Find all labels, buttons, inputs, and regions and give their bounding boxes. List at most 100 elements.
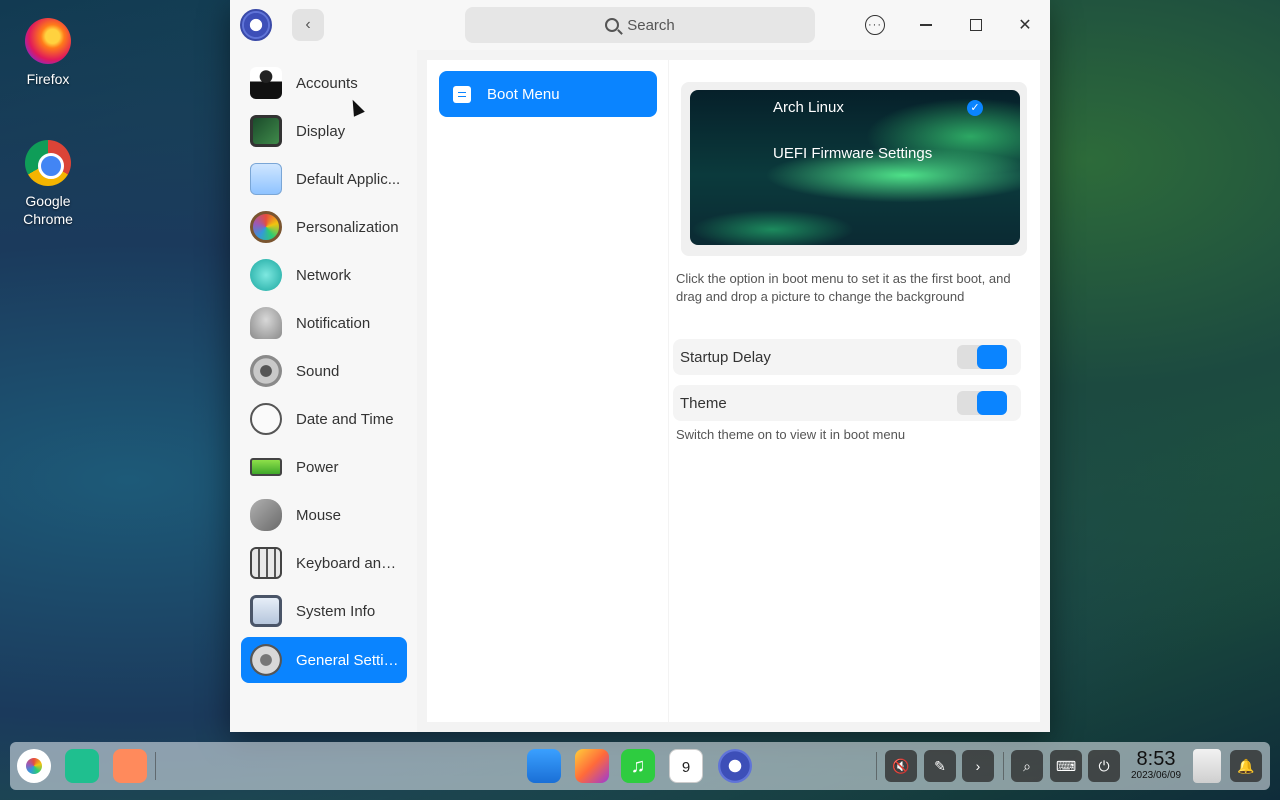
sidebar-item-label: Personalization — [296, 218, 399, 236]
volume-glyph: 🔇 — [892, 757, 910, 774]
boot-menu-icon — [453, 85, 471, 103]
sidebar-item-notification[interactable]: Notification — [241, 300, 407, 346]
window-menu-button[interactable]: ··· — [860, 10, 890, 40]
boot-entry-arch-linux[interactable]: Arch Linux — [773, 99, 844, 116]
boot-entry-label: UEFI Firmware Settings — [773, 145, 933, 162]
startup-delay-label: Startup Delay — [680, 348, 771, 366]
search-placeholder: Search — [627, 16, 675, 34]
theme-hint-text: Switch theme on to view it in boot menu — [676, 427, 906, 442]
sidebar-item-label: Keyboard and ... — [296, 554, 404, 572]
dock: ♫ 9 🔇 ✎ › ⌕ ⌨ ⏻ 8:53 2023/06/09 🔔 — [10, 742, 1270, 790]
sidebar-item-keyboard[interactable]: Keyboard and ... — [241, 540, 407, 586]
submenu-item-label: Boot Menu — [487, 85, 560, 103]
personalization-icon — [250, 211, 282, 243]
sidebar-item-label: Mouse — [296, 506, 342, 524]
desktop-icon-label: Google Chrome — [23, 193, 73, 227]
clock[interactable]: 8:53 2023/06/09 — [1126, 748, 1186, 782]
submenu-panel: Boot Menu — [427, 60, 668, 722]
music-icon[interactable]: ♫ — [621, 749, 655, 783]
control-center-icon[interactable] — [718, 749, 752, 783]
sidebar-item-power[interactable]: Power — [241, 444, 407, 490]
theme-label: Theme — [680, 394, 727, 412]
clock-icon — [250, 403, 282, 435]
accounts-icon — [250, 67, 282, 99]
file-manager-icon[interactable] — [527, 749, 561, 783]
startup-delay-toggle[interactable] — [957, 345, 1007, 369]
desktop-icon-chrome[interactable]: Google Chrome — [0, 140, 96, 228]
sidebar-item-mouse[interactable]: Mouse — [241, 492, 407, 538]
sidebar-item-personalization[interactable]: Personalization — [241, 204, 407, 250]
desktop-icon-label: Firefox — [26, 71, 70, 87]
sidebar-item-label: Display — [296, 122, 346, 140]
search-icon[interactable]: ⌕ — [1011, 750, 1043, 782]
desktop-icon-firefox[interactable]: Firefox — [0, 18, 96, 88]
multitask-icon[interactable] — [65, 749, 99, 783]
default-apps-icon — [250, 163, 282, 195]
sidebar-item-label: General Settin... — [296, 651, 404, 669]
firefox-icon — [25, 18, 71, 64]
sidebar-item-date-and-time[interactable]: Date and Time — [241, 396, 407, 442]
theme-row: Theme — [673, 385, 1021, 421]
trash-icon[interactable] — [1193, 749, 1221, 783]
sidebar-item-accounts[interactable]: Accounts — [241, 60, 407, 106]
volume-muted-icon[interactable]: 🔇 — [885, 750, 917, 782]
system-info-icon — [250, 595, 282, 627]
search-glyph: ⌕ — [1023, 757, 1031, 774]
sidebar-item-system-info[interactable]: System Info — [241, 588, 407, 634]
boot-preview[interactable]: Arch Linux ✓ UEFI Firmware Settings — [690, 90, 1020, 245]
sidebar-item-label: Power — [296, 458, 339, 476]
theme-toggle[interactable] — [957, 391, 1007, 415]
image-viewer-icon[interactable] — [575, 749, 609, 783]
bell-glyph: 🔔 — [1237, 757, 1255, 774]
clock-date: 2023/06/09 — [1130, 770, 1182, 781]
submenu-item-boot-menu[interactable]: Boot Menu — [439, 71, 657, 117]
launcher-icon[interactable] — [17, 749, 51, 783]
search-icon — [605, 18, 620, 32]
sidebar-item-general-settings[interactable]: General Settin... — [241, 637, 407, 683]
dock-separator — [876, 752, 877, 780]
sidebar-item-label: Sound — [296, 362, 340, 380]
sidebar: Accounts Display Default Applic... Perso… — [230, 50, 417, 732]
toggle-knob — [977, 391, 1007, 415]
back-button[interactable]: ‹ — [292, 9, 324, 41]
sidebar-item-label: System Info — [296, 602, 376, 620]
pen-icon[interactable]: ✎ — [924, 750, 956, 782]
more-icon: ··· — [865, 15, 885, 35]
display-icon — [250, 115, 282, 147]
titlebar: ‹ Search ··· ✕ — [230, 0, 1050, 50]
workspace-icon[interactable] — [113, 749, 147, 783]
boot-entry-label: Arch Linux — [773, 99, 844, 116]
maximize-icon — [970, 19, 982, 31]
calendar-icon[interactable]: 9 — [669, 749, 703, 783]
sidebar-item-display[interactable]: Display — [241, 108, 407, 154]
notification-icon — [250, 307, 282, 339]
chevron-left-icon: ‹ — [305, 16, 311, 33]
toggle-knob — [977, 345, 1007, 369]
sidebar-item-sound[interactable]: Sound — [241, 348, 407, 394]
boot-entry-uefi-firmware[interactable]: UEFI Firmware Settings — [773, 145, 932, 162]
sidebar-item-default-applications[interactable]: Default Applic... — [241, 156, 407, 202]
keyboard-icon[interactable]: ⌨ — [1050, 750, 1082, 782]
sidebar-item-network[interactable]: Network — [241, 252, 407, 298]
notification-bell-icon[interactable]: 🔔 — [1230, 750, 1262, 782]
dock-separator — [1003, 752, 1004, 780]
minimize-icon — [920, 24, 932, 26]
check-icon: ✓ — [967, 100, 983, 116]
minimize-button[interactable] — [911, 10, 941, 40]
sidebar-item-label: Date and Time — [296, 410, 394, 428]
search-input[interactable]: Search — [465, 7, 815, 43]
power-icon[interactable]: ⏻ — [1088, 750, 1120, 782]
boot-preview-frame: Arch Linux ✓ UEFI Firmware Settings — [681, 82, 1027, 256]
chevron-right-icon: › — [975, 758, 981, 774]
network-icon — [250, 259, 282, 291]
expand-tray-icon[interactable]: › — [962, 750, 994, 782]
calendar-day: 9 — [681, 759, 691, 776]
maximize-button[interactable] — [961, 10, 991, 40]
mouse-icon — [250, 499, 282, 531]
keyboard-glyph: ⌨ — [1055, 757, 1077, 774]
battery-icon — [250, 458, 282, 476]
sidebar-item-label: Network — [296, 266, 352, 284]
close-button[interactable]: ✕ — [1010, 10, 1040, 40]
sound-icon — [250, 355, 282, 387]
close-icon: ✕ — [1018, 17, 1032, 34]
